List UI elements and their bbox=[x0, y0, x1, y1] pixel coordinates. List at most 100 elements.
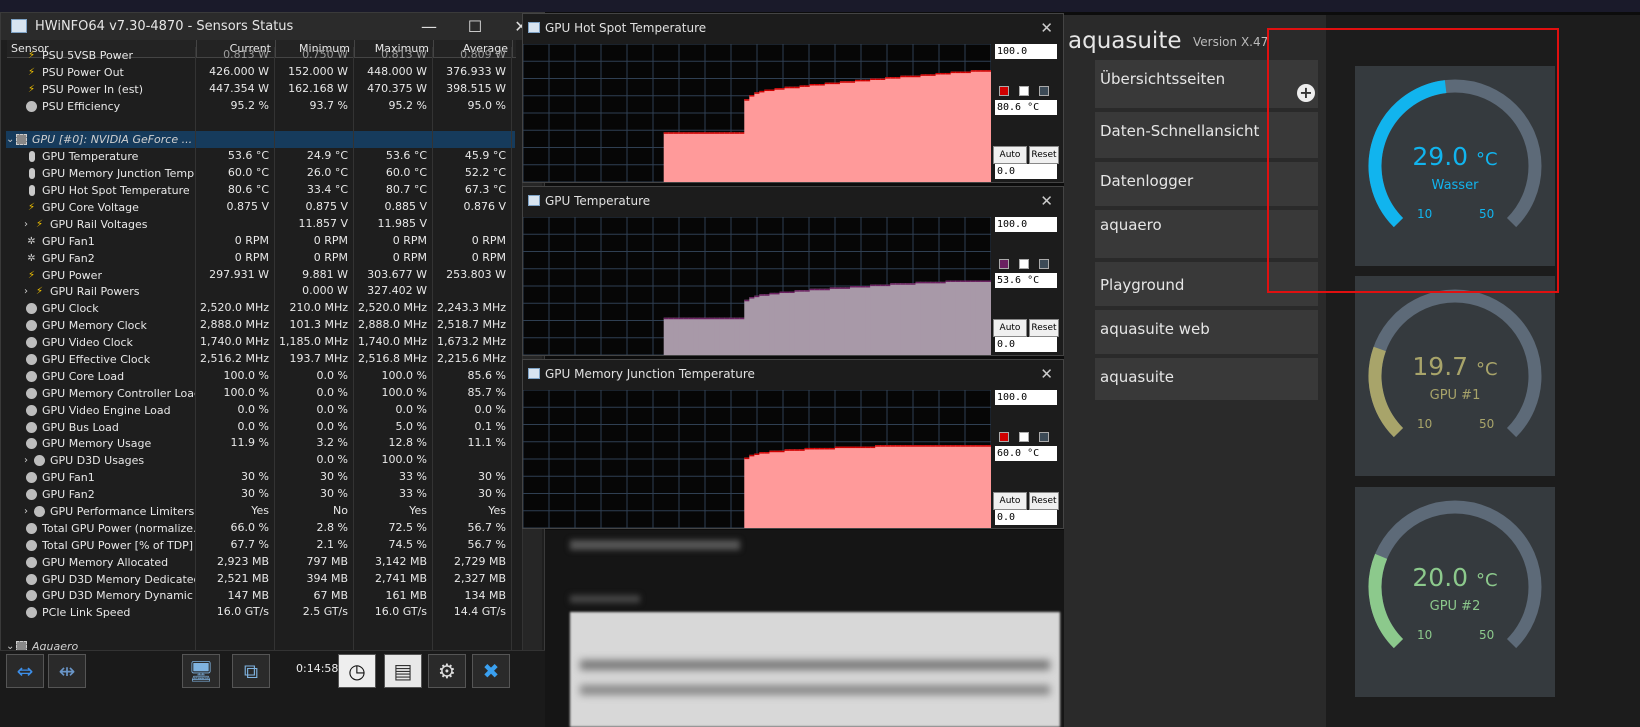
report-icon[interactable]: ▤ bbox=[384, 654, 422, 688]
expand-chevron-icon[interactable]: › bbox=[24, 219, 34, 230]
graph-bar bbox=[895, 77, 901, 182]
sensor-row[interactable]: ✲ GPU Fan2 0 RPM 0 RPM 0 RPM 0 RPM bbox=[6, 249, 515, 267]
auto-fit-button[interactable]: Auto Fit bbox=[993, 319, 1027, 349]
sensor-group-row[interactable]: ⌄ GPU [#0]: NVIDIA GeForce ... bbox=[6, 131, 515, 149]
graph-bar bbox=[910, 283, 917, 355]
auto-fit-button[interactable]: Auto Fit bbox=[993, 492, 1027, 522]
graph-color-swatch[interactable] bbox=[999, 86, 1009, 96]
sensor-row[interactable]: ✲ GPU Fan1 0 RPM 0 RPM 0 RPM 0 RPM bbox=[6, 232, 515, 250]
sensor-row[interactable]: GPU Memory Usage 11.9 % 3.2 % 12.8 % 11.1 % bbox=[6, 435, 515, 453]
nav-item-aquasuite[interactable]: aquasuite bbox=[1095, 358, 1318, 400]
sensor-row[interactable] bbox=[6, 114, 515, 132]
sensor-row[interactable]: GPU Memory Junction Temp... 60.0 °C 26.0 °… bbox=[6, 165, 515, 183]
sensor-row[interactable]: GPU Effective Clock 2,516.2 MHz 193.7 MHz 2… bbox=[6, 351, 515, 368]
background-browser-area bbox=[522, 530, 1064, 727]
graph-line-segment bbox=[759, 294, 766, 296]
sensor-value-max: 2,516.8 MHz bbox=[354, 351, 433, 368]
graph-close-icon[interactable]: ✕ bbox=[1040, 19, 1053, 37]
sensor-row[interactable]: ⚡ PSU Power In (est) 447.354 W 162.168 W 470… bbox=[6, 80, 515, 98]
sensor-row[interactable]: ⚡ GPU Power 297.931 W 9.881 W 303.677 W 253.8… bbox=[6, 266, 515, 284]
graph-bar bbox=[749, 95, 755, 182]
clock-icon[interactable]: ◷ bbox=[338, 654, 376, 688]
expand-arrows-button[interactable]: ⇔ bbox=[6, 654, 44, 688]
minimize-button[interactable]: — bbox=[406, 13, 452, 40]
collapse-chevron-icon[interactable]: ⌄ bbox=[6, 134, 16, 145]
graph-line-segment bbox=[839, 446, 846, 449]
graph-bar bbox=[678, 317, 685, 355]
gauge-tile-gpu2[interactable]: 20.0 °C GPU #2 10 50 bbox=[1355, 487, 1555, 697]
graph-bar bbox=[980, 445, 987, 528]
graph-line-segment bbox=[769, 292, 776, 295]
gear-icon[interactable]: ⚙ bbox=[428, 654, 466, 688]
graph-bar bbox=[779, 88, 786, 182]
sensor-row[interactable]: GPU Memory Allocated 2,923 MB 797 MB 3,142 … bbox=[6, 553, 515, 571]
network-icon[interactable]: ⧉ bbox=[232, 654, 270, 688]
sensor-row[interactable]: GPU Fan2 30 % 30 % 33 % 30 % bbox=[6, 486, 515, 504]
sensor-row[interactable]: Total GPU Power (normalize... 66.0 % 2.8 %… bbox=[6, 519, 515, 537]
close-icon[interactable]: ✖ bbox=[472, 654, 510, 688]
sensor-row[interactable]: › ⚡ GPU Rail Voltages 11.857 V 11.985 V bbox=[6, 215, 515, 233]
sensor-row[interactable]: GPU Memory Clock 2,888.0 MHz 101.3 MHz 2,88… bbox=[6, 317, 515, 335]
sensor-name-cell: › GPU D3D Usages bbox=[6, 452, 196, 470]
expand-chevron-icon[interactable]: › bbox=[24, 455, 34, 466]
graph-bar bbox=[960, 280, 967, 355]
gauge-tile-gpu1[interactable]: 19.7 °C GPU #1 10 50 bbox=[1355, 276, 1555, 476]
graph-color-swatch[interactable] bbox=[1039, 86, 1049, 96]
graph-color-swatch[interactable] bbox=[1039, 432, 1049, 442]
sensor-row[interactable]: ⚡ GPU Core Voltage 0.875 V 0.875 V 0.885 V 0.… bbox=[6, 199, 515, 216]
sensor-row[interactable]: GPU D3D Memory Dynamic 147 MB 67 MB 161 MB 1… bbox=[6, 587, 515, 605]
sensor-row[interactable]: GPU Core Load 100.0 % 0.0 % 100.0 % 85.6 % bbox=[6, 367, 515, 385]
sensor-row[interactable] bbox=[6, 621, 515, 639]
graph-color-swatch[interactable] bbox=[1019, 259, 1029, 269]
graph-color-swatch[interactable] bbox=[999, 432, 1009, 442]
sensor-row[interactable]: ⚡ PSU Power Out 426.000 W 152.000 W 448.000 … bbox=[6, 63, 515, 81]
sensor-row[interactable]: PCIe Link Speed 16.0 GT/s 2.5 GT/s 16.0 GT/… bbox=[6, 604, 515, 622]
graph-titlebar[interactable]: GPU Temperature ✕ bbox=[523, 187, 1063, 215]
graph-line-segment bbox=[910, 283, 917, 285]
graph-color-swatch[interactable] bbox=[1019, 86, 1029, 96]
sensor-row[interactable]: › ⚡ GPU Rail Powers 0.000 W 327.402 W bbox=[6, 283, 515, 301]
sensor-row[interactable]: GPU Fan1 30 % 30 % 33 % 30 % bbox=[6, 469, 515, 487]
reset-button[interactable]: Reset bbox=[1029, 492, 1059, 510]
graph-line-segment bbox=[819, 84, 826, 86]
reset-button[interactable]: Reset bbox=[1029, 319, 1059, 337]
graph-bar bbox=[683, 317, 690, 355]
sensor-row[interactable]: GPU Video Engine Load 0.0 % 0.0 % 0.0 % 0.0 … bbox=[6, 401, 515, 419]
graph-color-swatch[interactable] bbox=[1039, 259, 1049, 269]
sensor-row[interactable]: GPU Hot Spot Temperature 80.6 °C 33.4 °C 80… bbox=[6, 182, 515, 200]
sensor-row[interactable]: › GPU Performance Limiters Yes No Yes Yes bbox=[6, 503, 515, 520]
graph-line-segment bbox=[789, 86, 796, 89]
expand-chevron-icon[interactable]: › bbox=[24, 286, 34, 297]
graph-color-swatch[interactable] bbox=[999, 259, 1009, 269]
reset-button[interactable]: Reset bbox=[1029, 146, 1059, 164]
maximize-button[interactable]: ☐ bbox=[452, 13, 498, 40]
sensor-row[interactable]: GPU Memory Controller Load 100.0 % 0.0 % 10… bbox=[6, 384, 515, 402]
hwinfo-titlebar[interactable]: HWiNFO64 v7.30-4870 - Sensors Status — ☐… bbox=[1, 13, 544, 40]
auto-fit-button[interactable]: Auto Fit bbox=[993, 146, 1027, 176]
sensor-row[interactable]: GPU Bus Load 0.0 % 0.0 % 5.0 % 0.1 % bbox=[6, 418, 515, 436]
graph-close-icon[interactable]: ✕ bbox=[1040, 192, 1053, 210]
sensor-row[interactable]: ⚡ PSU 5VSB Power 0.813 W 0.750 W 0.813 W 0.80… bbox=[6, 47, 515, 64]
graph-bar bbox=[774, 450, 781, 528]
expand-chevron-icon[interactable]: › bbox=[24, 506, 34, 517]
collapse-arrows-button[interactable]: ⇹ bbox=[48, 654, 86, 688]
sensor-row[interactable]: PSU Efficiency 95.2 % 93.7 % 95.2 % 95.0 % bbox=[6, 97, 515, 115]
graph-bar bbox=[950, 445, 957, 528]
sensor-row[interactable]: GPU Clock 2,520.0 MHz 210.0 MHz 2,520.0 MHz… bbox=[6, 300, 515, 318]
graph-titlebar[interactable]: GPU Memory Junction Temperature ✕ bbox=[523, 360, 1063, 388]
graph-close-icon[interactable]: ✕ bbox=[1040, 365, 1053, 383]
graph-max-value: 100.0 bbox=[995, 44, 1057, 59]
graph-color-swatch[interactable] bbox=[1019, 432, 1029, 442]
sensor-row[interactable]: GPU D3D Memory Dedicated 2,521 MB 394 MB 2,… bbox=[6, 570, 515, 588]
sensor-row[interactable]: › GPU D3D Usages 0.0 % 100.0 % bbox=[6, 452, 515, 470]
graph-titlebar[interactable]: GPU Hot Spot Temperature ✕ bbox=[523, 14, 1063, 42]
graph-bar bbox=[794, 290, 801, 355]
sensor-value-avg: 0 RPM bbox=[433, 232, 512, 250]
sensor-row[interactable]: Total GPU Power [% of TDP] 67.7 % 2.1 % 74.… bbox=[6, 536, 515, 554]
clock-icon bbox=[26, 353, 37, 365]
monitor-icon[interactable]: 🖥 bbox=[182, 654, 220, 688]
graph-bar bbox=[819, 447, 826, 528]
sensor-row[interactable]: GPU Video Clock 1,740.0 MHz 1,185.0 MHz 1,7… bbox=[6, 334, 515, 352]
sensor-row[interactable]: GPU Temperature 53.6 °C 24.9 °C 53.6 °C 45.9… bbox=[6, 148, 515, 166]
nav-item-aquasuite-web[interactable]: aquasuite web bbox=[1095, 310, 1318, 354]
